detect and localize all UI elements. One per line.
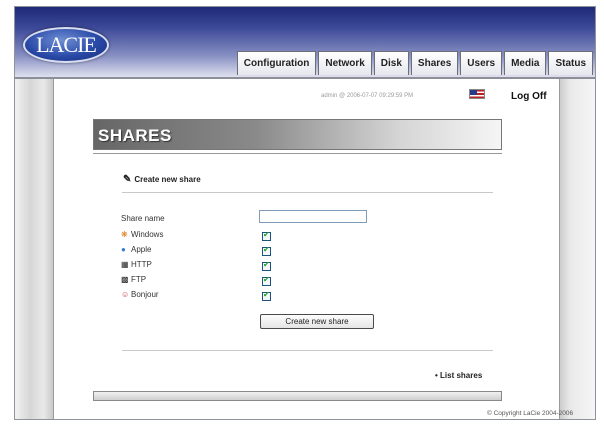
protocol-row-http: ▦ HTTP	[121, 260, 152, 269]
copyright-text: © Copyright LaCie 2004-2006	[487, 410, 574, 417]
user-session-info: admin @ 2006-07-07 09:29:59 PM	[321, 93, 414, 99]
share-name-label: Share name	[121, 214, 165, 223]
bonjour-checkbox[interactable]	[262, 290, 271, 301]
list-shares-link[interactable]: • List shares	[435, 371, 482, 380]
windows-checkbox[interactable]	[262, 230, 271, 241]
protocol-row-windows: ❋ Windows	[121, 230, 163, 239]
bottom-divider	[122, 350, 493, 351]
protocol-row-apple: ● Apple	[121, 245, 151, 254]
protocol-label: FTP	[131, 275, 147, 284]
protocol-label: Apple	[131, 245, 152, 254]
logoff-link[interactable]: Log Off	[511, 91, 547, 102]
http-icon: ▦	[121, 260, 129, 269]
share-name-input[interactable]	[259, 210, 367, 223]
lacie-logo: LACIE	[23, 27, 109, 63]
tab-disk[interactable]: Disk	[373, 51, 409, 75]
banner-underline	[93, 153, 502, 154]
tab-network[interactable]: Network	[318, 51, 372, 75]
bonjour-icon: ☺	[121, 290, 130, 299]
tab-status[interactable]: Status	[548, 51, 593, 75]
protocol-label: Bonjour	[131, 290, 159, 299]
ftp-checkbox[interactable]	[262, 275, 271, 286]
create-share-button[interactable]: Create new share	[260, 314, 374, 329]
create-share-icon: ✎	[123, 174, 132, 185]
section-heading: ✎ Create new share	[123, 174, 201, 185]
right-margin-edge	[559, 79, 560, 419]
apple-checkbox[interactable]	[262, 245, 271, 256]
nav-tabs: Configuration Network Disk Shares Users …	[236, 51, 593, 75]
section-divider	[122, 192, 493, 193]
us-flag-icon[interactable]	[469, 89, 485, 99]
page-banner: SHARES	[93, 119, 502, 150]
left-margin-edge	[53, 79, 54, 419]
header: LACIE Configuration Network Disk Shares …	[15, 7, 595, 77]
protocol-row-ftp: ▩ FTP	[121, 275, 146, 284]
ftp-icon: ▩	[121, 275, 129, 284]
apple-icon: ●	[121, 245, 126, 254]
right-margin-band	[559, 79, 595, 419]
page-title: SHARES	[98, 126, 172, 145]
protocol-label: HTTP	[131, 260, 152, 269]
protocol-row-bonjour: ☺ Bonjour	[121, 290, 159, 299]
tab-users[interactable]: Users	[460, 51, 503, 75]
left-margin-band	[15, 79, 53, 419]
header-divider	[15, 77, 595, 79]
section-title: Create new share	[134, 175, 201, 184]
browser-page: LACIE Configuration Network Disk Shares …	[14, 6, 596, 420]
footer-bar	[93, 391, 502, 401]
tab-media[interactable]: Media	[504, 51, 547, 75]
tab-shares[interactable]: Shares	[410, 51, 459, 75]
http-checkbox[interactable]	[262, 260, 271, 271]
protocol-label: Windows	[131, 230, 164, 239]
tab-configuration[interactable]: Configuration	[236, 51, 317, 75]
windows-icon: ❋	[121, 230, 128, 239]
